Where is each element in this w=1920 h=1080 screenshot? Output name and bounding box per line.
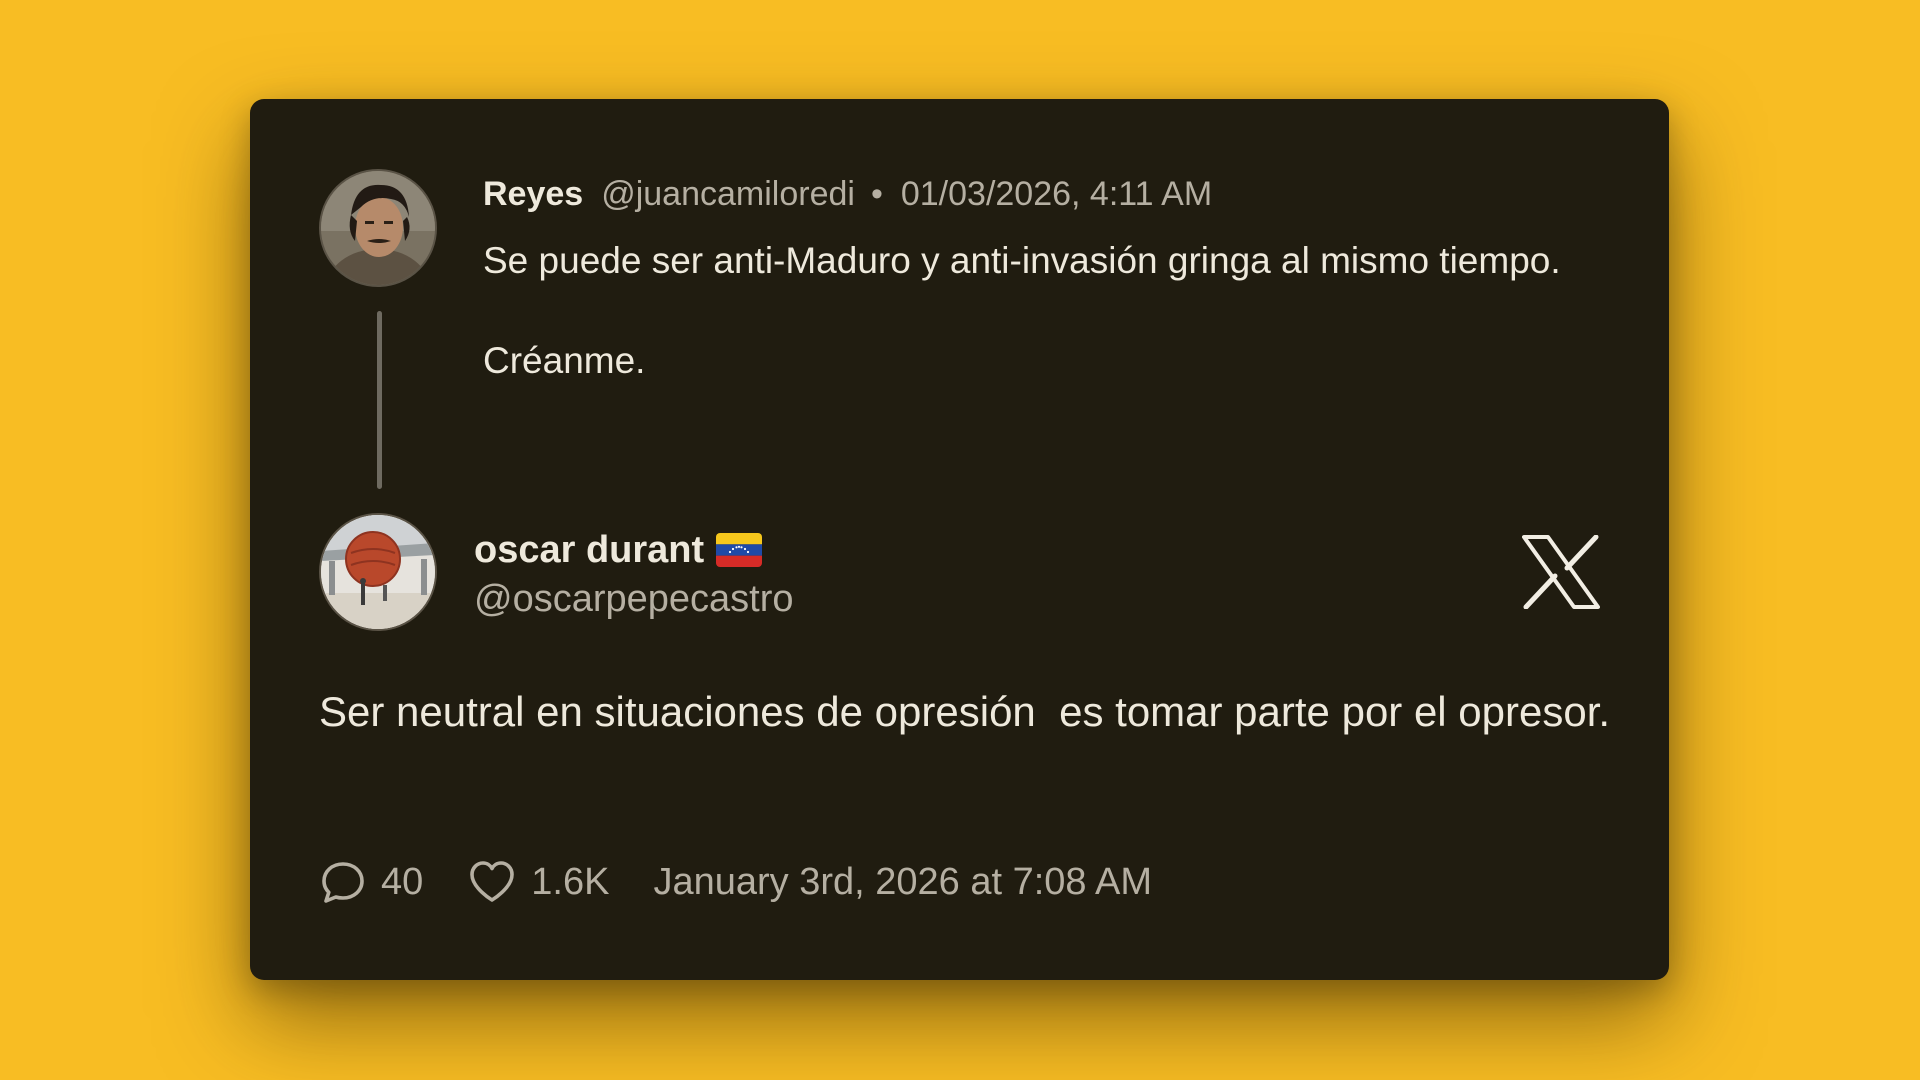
main-avatar-image [321, 515, 435, 629]
like-count: 1.6K [531, 860, 610, 903]
thread-connector-line [377, 311, 382, 489]
parent-tweet-header: Reyes @juancamiloredi • 01/03/2026, 4:11… [483, 172, 1212, 216]
parent-tweet-text: Se puede ser anti-Maduro y anti-invasión… [483, 240, 1561, 381]
parent-avatar[interactable] [319, 169, 437, 287]
separator-dot: • [870, 174, 883, 213]
parent-author-name[interactable]: Reyes [483, 175, 583, 214]
tweet-footer: 40 1.6K January 3rd, 2026 at 7:08 AM [319, 855, 1152, 909]
main-author-handle[interactable]: @oscarpepecastro [474, 578, 794, 621]
reply-count: 40 [381, 860, 424, 903]
x-logo-icon[interactable] [1522, 534, 1600, 610]
main-author-name[interactable]: oscar durant [474, 529, 704, 572]
main-tweet-text: Ser neutral en situaciones de opresión e… [319, 688, 1611, 735]
reply-button[interactable]: 40 [319, 858, 423, 906]
parent-author-handle[interactable]: @juancamiloredi [601, 175, 855, 214]
main-author-row: oscar durant [474, 526, 763, 574]
venezuela-flag-icon [716, 533, 763, 567]
tweet-card [250, 99, 1669, 980]
parent-timestamp[interactable]: 01/03/2026, 4:11 AM [901, 175, 1212, 214]
main-avatar[interactable] [319, 513, 437, 631]
parent-avatar-image [321, 171, 435, 285]
heart-icon [467, 858, 517, 906]
tweet-date[interactable]: January 3rd, 2026 at 7:08 AM [653, 861, 1152, 904]
speech-bubble-icon [319, 858, 367, 906]
like-button[interactable]: 1.6K [467, 858, 609, 906]
